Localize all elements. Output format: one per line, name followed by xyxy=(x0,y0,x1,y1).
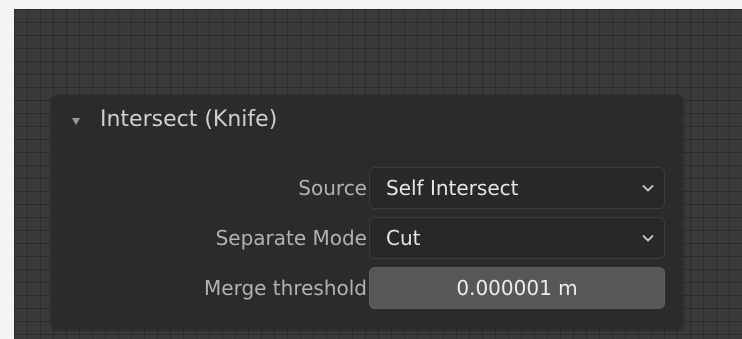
source-label: Source xyxy=(298,176,367,200)
panel-title: Intersect (Knife) xyxy=(100,107,278,132)
merge-threshold-field[interactable]: 0.000001 m xyxy=(369,267,665,309)
chevron-down-icon xyxy=(642,234,654,242)
source-dropdown[interactable]: Self Intersect xyxy=(369,167,665,209)
3d-viewport-grid[interactable]: Intersect (Knife) Source Self Intersect … xyxy=(14,9,742,339)
operator-panel-intersect-knife: Intersect (Knife) Source Self Intersect … xyxy=(51,95,683,329)
separate-mode-label: Separate Mode xyxy=(215,226,367,250)
separate-mode-value: Cut xyxy=(386,226,421,250)
panel-header[interactable]: Intersect (Knife) xyxy=(51,95,683,157)
triangle-down-icon xyxy=(72,118,80,125)
chevron-down-icon xyxy=(642,184,654,192)
merge-threshold-label: Merge threshold xyxy=(204,276,367,300)
merge-threshold-value: 0.000001 m xyxy=(456,276,578,300)
source-value: Self Intersect xyxy=(386,176,519,200)
separate-mode-dropdown[interactable]: Cut xyxy=(369,217,665,259)
